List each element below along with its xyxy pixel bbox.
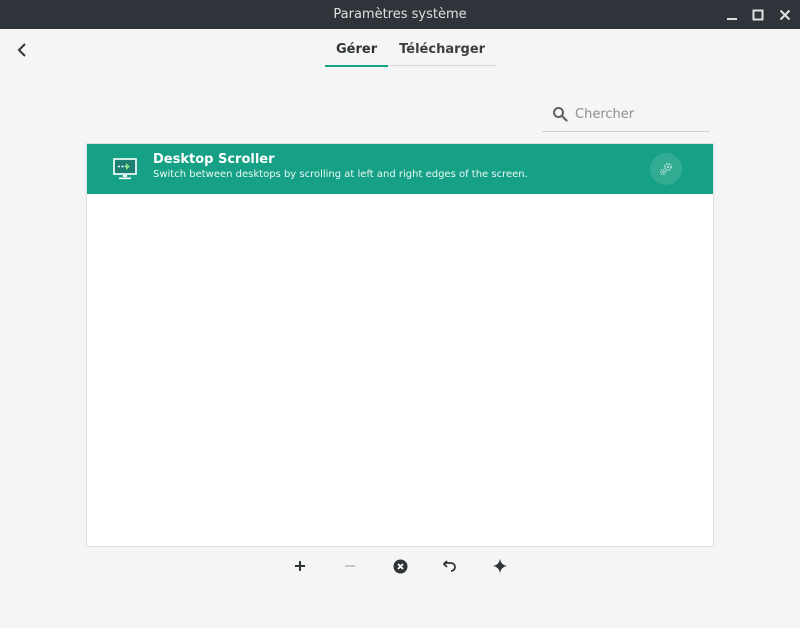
uninstall-button[interactable] (390, 556, 410, 576)
desktop-scroller-icon (113, 158, 137, 180)
maximize-button[interactable] (749, 6, 766, 23)
configure-button[interactable] (650, 153, 682, 185)
undo-icon (443, 560, 456, 572)
tab-download[interactable]: Télécharger (388, 38, 496, 66)
title-bar[interactable]: Paramètres système (0, 0, 800, 29)
restore-button[interactable] (440, 556, 460, 576)
close-button[interactable] (776, 6, 793, 23)
back-button[interactable] (12, 40, 32, 60)
more-applets-button[interactable] (490, 556, 510, 576)
search-input[interactable] (575, 106, 700, 122)
sparkle-icon (492, 558, 508, 574)
minus-icon (345, 565, 355, 567)
tab-bar: Gérer Télécharger (325, 38, 497, 67)
search-box (542, 97, 710, 132)
remove-button[interactable] (340, 556, 360, 576)
window-title: Paramètres système (333, 7, 467, 22)
chevron-left-icon (17, 43, 26, 57)
maximize-icon (752, 9, 763, 20)
minimize-button[interactable] (723, 6, 740, 23)
applet-list: Desktop Scroller Switch between desktops… (86, 143, 714, 547)
list-item[interactable]: Desktop Scroller Switch between desktops… (87, 144, 713, 194)
applet-description: Switch between desktops by scrolling at … (153, 169, 528, 180)
search-icon (553, 107, 568, 122)
plus-icon (295, 561, 305, 571)
tab-manage[interactable]: Gérer (325, 38, 389, 67)
remove-circle-icon (393, 559, 407, 573)
gears-icon (659, 162, 673, 176)
add-button[interactable] (290, 556, 310, 576)
close-icon (779, 9, 790, 20)
settings-window: Paramètres système Gérer Télécharger Che… (0, 0, 800, 628)
applet-name: Desktop Scroller (153, 152, 275, 167)
minimize-icon (726, 17, 737, 20)
